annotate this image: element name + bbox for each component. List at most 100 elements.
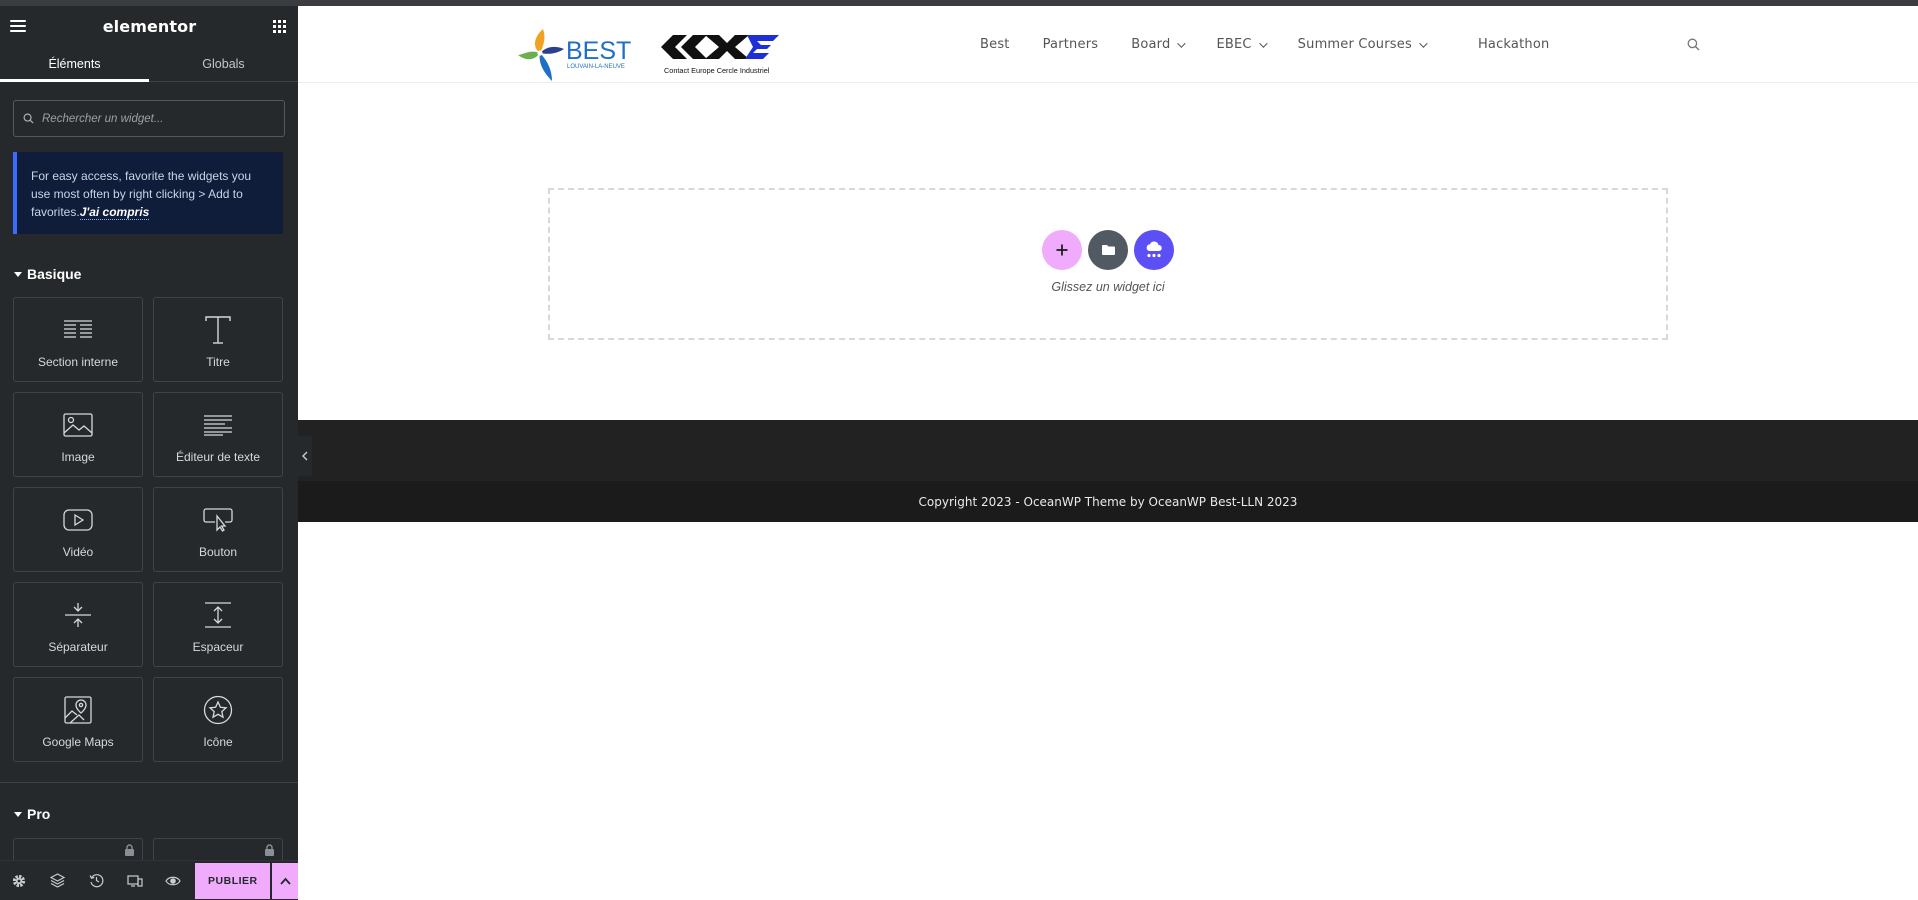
widget-label: Section interne [37,355,119,369]
widget-heading[interactable]: Titre [153,297,283,382]
widget-icon[interactable]: Icône [153,677,283,762]
search-icon [23,113,34,124]
widget-label: Image [61,450,95,464]
widget-drop-zone[interactable]: Glissez un widget ici [548,188,1668,340]
video-icon [61,503,95,537]
collapse-panel-toggle[interactable] [298,436,312,476]
nav-label: Best [980,37,1010,52]
settings-icon[interactable] [0,861,38,900]
tab-elements[interactable]: Éléments [0,46,149,82]
add-section-button[interactable] [1042,230,1082,270]
chevron-down-icon [1177,38,1187,48]
nav-label: Hackathon [1477,37,1550,52]
copyright-text: Copyright 2023 - OceanWP Theme by OceanW… [918,494,1298,509]
search-input[interactable] [42,112,284,125]
add-template-button[interactable] [1088,230,1128,270]
folder-icon [1101,245,1115,255]
panel-header: elementor [0,6,298,46]
best-logo-wordmark: BEST [566,37,631,65]
chevron-down-icon [1258,38,1268,48]
button-icon [201,503,235,537]
category-label: Pro [27,806,51,822]
widget-image[interactable]: Image [13,392,143,477]
panel-footer: PUBLIER [0,860,298,900]
widget-divider[interactable]: Séparateur [13,582,143,667]
nav-item-summer-courses[interactable]: Summer Courses [1297,37,1428,52]
basic-widgets: Section interne Titre Image Éditeur de t… [13,297,283,762]
widget-label: Éditeur de texte [175,450,261,464]
nav-item-partners[interactable]: Partners [1043,37,1099,52]
page-preview: BEST LOUVAIN-LA-NEUVE Contact Europe Cer… [298,6,1918,900]
widget-label: Séparateur [48,640,108,654]
drop-zone-actions [1039,230,1177,270]
nav-item-best[interactable]: Best [980,37,1010,52]
star-icon [201,693,235,727]
widget-search[interactable] [13,100,285,137]
widget-spacer[interactable]: Espaceur [153,582,283,667]
panel-title: elementor [102,16,197,36]
site-footer: Copyright 2023 - OceanWP Theme by OceanW… [298,481,1918,522]
image-icon [61,408,95,442]
chevron-left-icon [302,451,308,461]
widget-label: Espaceur [192,640,244,654]
nav-item-hackathon[interactable]: Hackathon [1478,37,1550,52]
plus-icon [1056,244,1068,256]
apps-grid-icon[interactable] [272,19,286,33]
widget-label: Bouton [198,545,238,559]
widget-button[interactable]: Bouton [153,487,283,572]
widget-inner-section[interactable]: Section interne [13,297,143,382]
category-divider [0,782,298,783]
heading-icon [201,313,235,347]
drop-zone-hint: Glissez un widget ici [1051,280,1165,294]
spacer-icon [201,598,235,632]
best-logo-subtitle: LOUVAIN-LA-NEUVE [567,64,625,70]
category-basic[interactable]: Basique [0,264,298,284]
cecx-logo[interactable]: Contact Europe Cercle Industriel [659,33,784,77]
search-icon[interactable] [1687,38,1700,51]
ai-site-planner-button[interactable] [1134,230,1174,270]
ai-cloud-icon [1146,241,1162,258]
lock-icon [125,844,134,856]
preview-eye-icon[interactable] [154,861,192,900]
category-pro[interactable]: Pro [0,804,50,824]
nav-label: Board [1131,37,1171,52]
widget-video[interactable]: Vidéo [13,487,143,572]
nav-label: EBEC [1216,37,1252,52]
navigator-layers-icon[interactable] [38,861,76,900]
nav-label: Partners [1042,37,1099,52]
caret-down-icon [14,811,22,817]
chevron-up-icon [279,877,291,885]
nav-label: Summer Courses [1297,37,1412,52]
menu-icon[interactable] [10,20,26,32]
history-icon[interactable] [77,861,115,900]
elementor-panel: elementor Éléments Globals For easy acce… [0,6,298,900]
chevron-down-icon [1419,38,1428,48]
widget-label: Titre [206,355,230,369]
cecx-logo-caption: Contact Europe Cercle Industriel [664,66,770,75]
panel-tabs: Éléments Globals [0,46,298,82]
publish-button[interactable]: PUBLIER [195,862,271,899]
lock-icon [265,844,274,856]
responsive-mode-icon[interactable] [115,861,153,900]
caret-down-icon [14,271,22,277]
widget-label: Icône [203,735,233,749]
nav-item-ebec[interactable]: EBEC [1216,37,1268,52]
favorites-tip: For easy access, favorite the widgets yo… [13,152,283,234]
widget-label: Google Maps [42,735,114,749]
site-header: BEST LOUVAIN-LA-NEUVE Contact Europe Cer… [298,6,1918,83]
widget-text-editor[interactable]: Éditeur de texte [153,392,283,477]
tab-globals[interactable]: Globals [149,46,298,81]
category-label: Basique [27,266,82,282]
nav-item-board[interactable]: Board [1131,37,1187,52]
best-logo[interactable]: BEST LOUVAIN-LA-NEUVE [518,23,638,83]
footer-widgets-area [298,420,1918,481]
widget-google-maps[interactable]: Google Maps [13,677,143,762]
publish-options-button[interactable] [272,862,298,899]
google-maps-icon [61,693,95,727]
main-navigation: Best Partners Board EBEC Summer Courses … [968,6,1549,83]
divider-icon [61,598,95,632]
text-editor-icon [201,408,235,442]
tip-dismiss-link[interactable]: J'ai compris [79,205,150,220]
widget-label: Vidéo [62,545,94,559]
inner-section-icon [61,313,95,347]
